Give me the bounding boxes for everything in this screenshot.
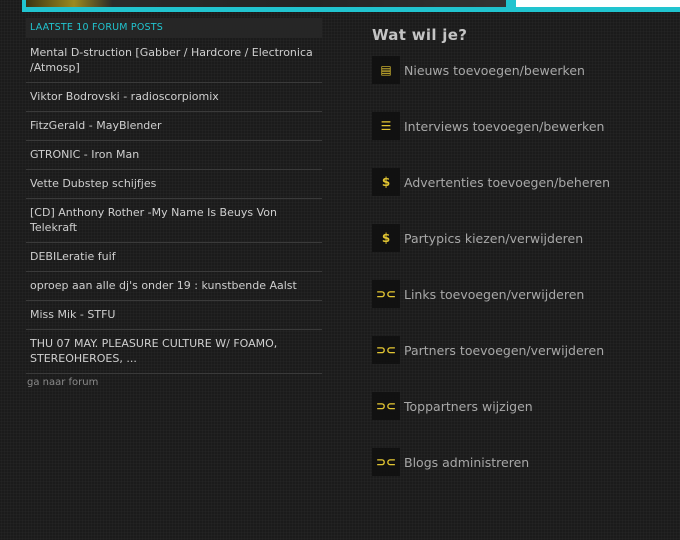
action-toppartners[interactable]: ⊃⊂ Toppartners wijzigen bbox=[372, 392, 533, 420]
action-label: Blogs administreren bbox=[404, 454, 530, 470]
action-label: Advertenties toevoegen/beheren bbox=[404, 174, 611, 190]
forum-post-item[interactable]: Vette Dubstep schijfjes bbox=[26, 170, 322, 199]
action-blogs[interactable]: ⊃⊂ Blogs administreren bbox=[372, 448, 529, 476]
action-label: Partypics kiezen/verwijderen bbox=[404, 230, 584, 246]
forum-posts-panel: LAATSTE 10 FORUM POSTS Mental D-structio… bbox=[26, 18, 322, 388]
header-banner-image bbox=[26, 0, 506, 7]
forum-post-item[interactable]: Miss Mik - STFU bbox=[26, 301, 322, 330]
action-label: Nieuws toevoegen/bewerken bbox=[404, 62, 585, 78]
forum-post-item[interactable]: Viktor Bodrovski - radioscorpiomix bbox=[26, 83, 322, 112]
action-partypics[interactable]: $ Partypics kiezen/verwijderen bbox=[372, 224, 583, 252]
forum-post-item[interactable]: THU 07 MAY. PLEASURE CULTURE W/ FOAMO, S… bbox=[26, 330, 322, 374]
forum-post-list: Mental D-struction [Gabber / Hardcore / … bbox=[26, 38, 322, 374]
action-advertisements[interactable]: $ Advertenties toevoegen/beheren bbox=[372, 168, 610, 196]
forum-post-item[interactable]: DEBILeratie fuif bbox=[26, 243, 322, 272]
dollar-icon: $ bbox=[372, 168, 400, 196]
action-partners[interactable]: ⊃⊂ Partners toevoegen/verwijderen bbox=[372, 336, 604, 364]
dollar-icon: $ bbox=[372, 224, 400, 252]
action-interviews[interactable]: ☰ Interviews toevoegen/bewerken bbox=[372, 112, 604, 140]
action-label: Partners toevoegen/verwijderen bbox=[404, 342, 605, 358]
forum-post-item[interactable]: GTRONIC - Iron Man bbox=[26, 141, 322, 170]
actions-title: Wat wil je? bbox=[372, 26, 468, 44]
speech-bubble-icon: ☰ bbox=[372, 112, 400, 140]
link-icon: ⊃⊂ bbox=[372, 336, 400, 364]
forum-header: LAATSTE 10 FORUM POSTS bbox=[26, 18, 322, 38]
link-icon: ⊃⊂ bbox=[372, 448, 400, 476]
actions-panel: Wat wil je? ▤ Nieuws toevoegen/bewerken … bbox=[372, 26, 672, 476]
action-links[interactable]: ⊃⊂ Links toevoegen/verwijderen bbox=[372, 280, 584, 308]
action-label: Interviews toevoegen/bewerken bbox=[404, 118, 605, 134]
document-icon: ▤ bbox=[372, 56, 400, 84]
link-icon: ⊃⊂ bbox=[372, 280, 400, 308]
link-icon: ⊃⊂ bbox=[372, 392, 400, 420]
forum-post-item[interactable]: [CD] Anthony Rother -My Name Is Beuys Vo… bbox=[26, 199, 322, 243]
action-label: Links toevoegen/verwijderen bbox=[404, 286, 585, 302]
forum-post-item[interactable]: Mental D-struction [Gabber / Hardcore / … bbox=[26, 38, 322, 83]
header-banner-right bbox=[516, 0, 680, 7]
go-to-forum-link[interactable]: ga naar forum bbox=[27, 377, 322, 388]
action-news[interactable]: ▤ Nieuws toevoegen/bewerken bbox=[372, 56, 585, 84]
action-label: Toppartners wijzigen bbox=[404, 398, 533, 414]
forum-post-item[interactable]: FitzGerald - MayBlender bbox=[26, 112, 322, 141]
forum-post-item[interactable]: oproep aan alle dj's onder 19 : kunstben… bbox=[26, 272, 322, 301]
